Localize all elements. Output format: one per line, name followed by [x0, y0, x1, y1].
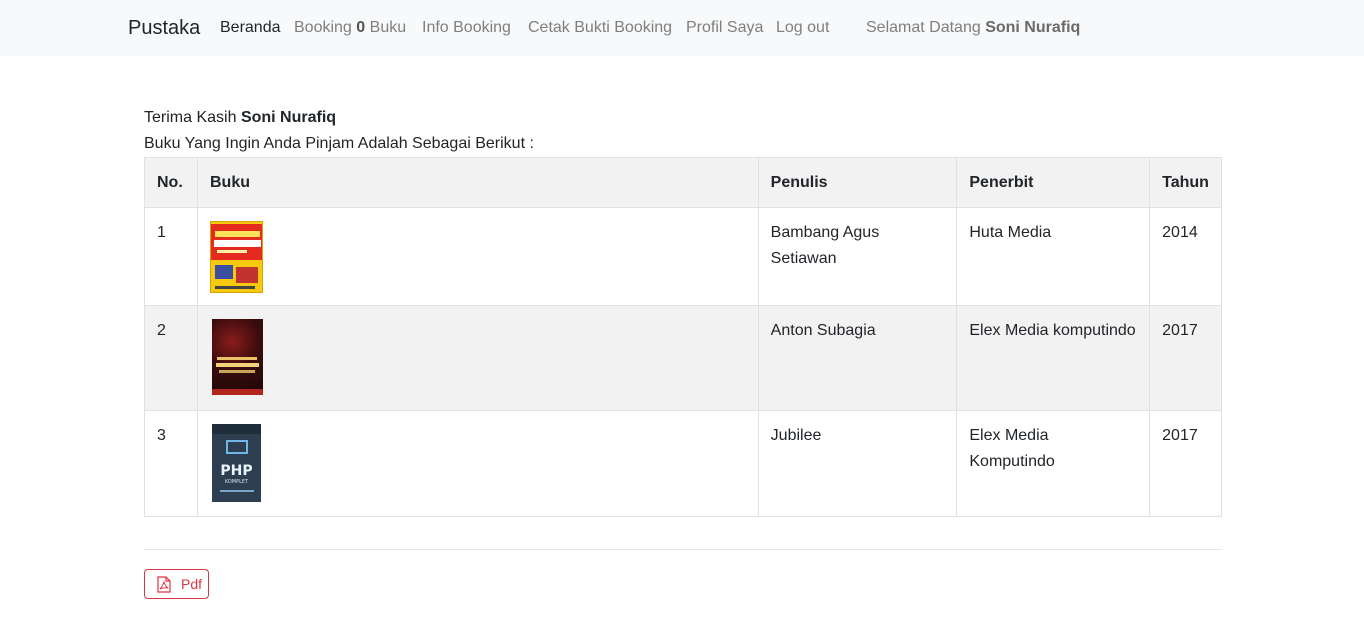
- cover-title: PHP: [220, 463, 253, 479]
- header-buku: Buku: [196, 157, 759, 208]
- nav-profil-saya[interactable]: Profil Saya: [686, 18, 763, 38]
- nav-booking[interactable]: Booking 0 Buku: [294, 18, 406, 38]
- cell-buku: [196, 305, 759, 411]
- header-penulis: Penulis: [757, 157, 958, 208]
- cell-buku: [196, 207, 759, 306]
- cell-penerbit: Elex Media Komputindo: [956, 410, 1151, 517]
- welcome-prefix: Selamat Datang: [866, 19, 981, 36]
- table-row: 3 PHP KOMPLET Jubilee Elex Media Komputi…: [144, 410, 1222, 517]
- cell-penerbit: Huta Media: [956, 207, 1151, 306]
- cell-tahun: 2017: [1149, 410, 1222, 517]
- cell-penulis: Jubilee: [757, 410, 958, 517]
- booking-table: No. Buku Penulis Penerbit Tahun 1 Bamban…: [144, 157, 1222, 517]
- thanks-message: Terima Kasih Soni Nurafiq: [144, 108, 336, 128]
- cell-buku: PHP KOMPLET: [196, 410, 759, 517]
- pdf-button-label: Pdf: [181, 576, 203, 592]
- cover-subtitle: KOMPLET: [224, 479, 249, 485]
- cell-no: 2: [144, 305, 198, 411]
- booking-count-badge: 0: [356, 19, 366, 36]
- welcome-username: Soni Nurafiq: [985, 19, 1081, 36]
- intro-text: Buku Yang Ingin Anda Pinjam Adalah Sebag…: [144, 135, 534, 152]
- header-no: No.: [144, 157, 198, 208]
- nav-booking-suffix: Buku: [369, 19, 407, 36]
- header-tahun: Tahun: [1149, 157, 1222, 208]
- nav-beranda[interactable]: Beranda: [220, 18, 281, 38]
- navbar: Pustaka Beranda Booking 0 Buku Info Book…: [0, 0, 1364, 56]
- table-header-row: No. Buku Penulis Penerbit Tahun: [144, 157, 1222, 208]
- nav-cetak-bukti-booking[interactable]: Cetak Bukti Booking: [528, 18, 672, 38]
- table-row: 2 Anton Subagia Elex Media komputindo 20…: [144, 305, 1222, 411]
- cell-penulis: Anton Subagia: [757, 305, 958, 411]
- divider: [144, 549, 1222, 550]
- cell-tahun: 2014: [1149, 207, 1222, 306]
- thanks-prefix: Terima Kasih: [144, 109, 237, 126]
- cell-tahun: 2017: [1149, 305, 1222, 411]
- thanks-username: Soni Nurafiq: [240, 109, 337, 126]
- cell-penulis: Bambang Agus Setiawan: [757, 207, 958, 306]
- book-cover-belajar-komputer-icon: [209, 221, 263, 293]
- cell-no: 1: [144, 207, 198, 306]
- header-penerbit: Penerbit: [956, 157, 1151, 208]
- file-pdf-icon: [157, 576, 171, 593]
- book-cover-php-komplet-icon: PHP KOMPLET: [211, 424, 261, 502]
- cell-no: 3: [144, 410, 198, 517]
- table-row: 1 Bambang Agus Setiawan Huta Media 2014: [144, 207, 1222, 306]
- cell-penerbit: Elex Media komputindo: [956, 305, 1151, 411]
- nav-info-booking[interactable]: Info Booking: [422, 18, 511, 38]
- pdf-button[interactable]: Pdf: [144, 569, 209, 599]
- nav-booking-prefix: Booking: [294, 19, 352, 36]
- nav-logout[interactable]: Log out: [776, 18, 829, 38]
- brand-link[interactable]: Pustaka: [128, 16, 200, 40]
- book-cover-dark-red-icon: [211, 319, 263, 395]
- welcome-text: Selamat Datang Soni Nurafiq: [866, 18, 1080, 38]
